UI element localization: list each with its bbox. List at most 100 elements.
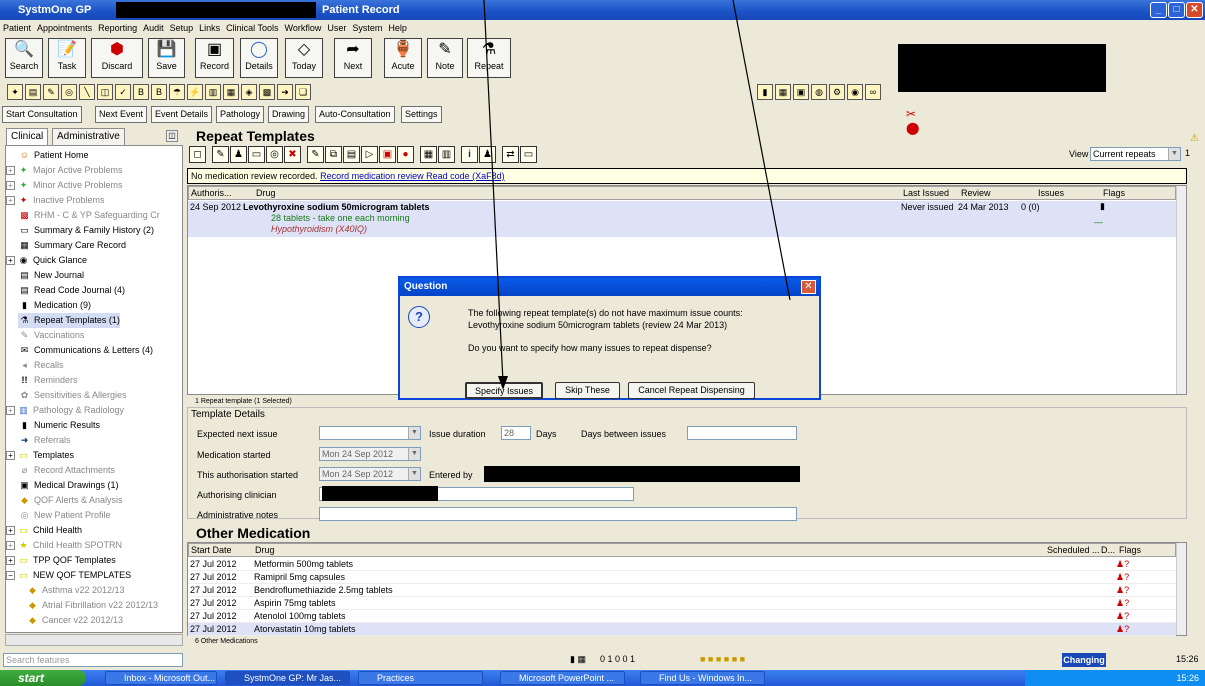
quick-icon-12[interactable]: ▥: [205, 84, 221, 100]
other-med-row[interactable]: 27 Jul 2012 Atorvastatin 10mg tablets ♟?: [188, 623, 1176, 636]
expand-icon[interactable]: +: [6, 166, 15, 176]
collapse-icon[interactable]: −: [6, 571, 15, 581]
other-med-row[interactable]: 27 Jul 2012 Metformin 500mg tablets ♟?: [188, 558, 1176, 571]
repeat-button[interactable]: ⚗ Repeat: [467, 38, 511, 78]
taskbar-item-practices[interactable]: Practices: [358, 671, 483, 685]
administrative-notes-field[interactable]: [319, 507, 797, 521]
quick-icon-17[interactable]: ❏: [295, 84, 311, 100]
tree-item-asthma[interactable]: ◆ Asthma v22 2012/13: [26, 583, 125, 598]
tab-administrative[interactable]: Administrative: [52, 128, 125, 145]
menu-help[interactable]: Help: [388, 23, 407, 33]
pen-icon[interactable]: ✎: [307, 146, 324, 163]
menu-patient[interactable]: Patient: [3, 23, 31, 33]
other-scrollbar[interactable]: [1176, 543, 1186, 635]
quick-icon-16[interactable]: ➜: [277, 84, 293, 100]
taskbar-item-systmone[interactable]: SystmOne GP: Mr Jas...: [225, 671, 350, 685]
quick-icon-11[interactable]: ⚡: [187, 84, 203, 100]
new-template-icon[interactable]: ◻: [189, 146, 206, 163]
tree-item-sensitivities[interactable]: ✿ Sensitivities & Allergies: [18, 388, 127, 403]
window-icon[interactable]: ▭: [520, 146, 537, 163]
tree-item-record-attachments[interactable]: ⌀ Record Attachments: [18, 463, 115, 478]
quick-icon-6[interactable]: ◫: [97, 84, 113, 100]
menu-reporting[interactable]: Reporting: [98, 23, 137, 33]
quick-icon-9[interactable]: B: [151, 84, 167, 100]
start-button[interactable]: start: [0, 670, 86, 686]
delete-icon[interactable]: ✖: [284, 146, 301, 163]
copy-icon[interactable]: ⧉: [325, 146, 342, 163]
grid-icon[interactable]: ▦: [420, 146, 437, 163]
tree-item-patient-home[interactable]: ☺ Patient Home: [18, 148, 89, 163]
expand-icon[interactable]: +: [6, 541, 15, 551]
search-features-input[interactable]: Search features: [3, 653, 183, 667]
tree-item-read-code-journal[interactable]: ▤ Read Code Journal (4): [18, 283, 125, 298]
paste-icon[interactable]: ▤: [343, 146, 360, 163]
settings-button[interactable]: Settings: [401, 106, 442, 123]
task-button[interactable]: 📝 Task: [48, 38, 86, 78]
event-details-button[interactable]: Event Details: [151, 106, 213, 123]
tree-item-numeric-results[interactable]: ▮ Numeric Results: [18, 418, 100, 433]
skip-these-button[interactable]: Skip These: [555, 382, 620, 399]
quick-icon-7[interactable]: ✓: [115, 84, 131, 100]
col-other-flags[interactable]: Flags: [1119, 544, 1141, 557]
search-button[interactable]: 🔍 Search: [5, 38, 43, 78]
start-consultation-button[interactable]: Start Consultation: [2, 106, 82, 123]
tree-item-medical-drawings[interactable]: ▣ Medical Drawings (1): [18, 478, 118, 493]
next-event-button[interactable]: Next Event: [95, 106, 148, 123]
other-med-row[interactable]: 27 Jul 2012 Bendroflumethiazide 2.5mg tab…: [188, 584, 1176, 597]
tree-item-rhm[interactable]: ▩ RHM - C & YP Safeguarding Cr: [18, 208, 159, 223]
link-icon[interactable]: ⇄: [502, 146, 519, 163]
save-template-icon[interactable]: ▥: [438, 146, 455, 163]
tree-item-repeat-templates[interactable]: ⚗ Repeat Templates (1): [18, 313, 120, 328]
expand-icon[interactable]: +: [6, 451, 15, 461]
tree-item-major-problems[interactable]: + ✦ Major Active Problems: [6, 163, 123, 178]
quick-icon-2[interactable]: ▤: [25, 84, 41, 100]
drawing-button[interactable]: Drawing: [268, 106, 310, 123]
expand-icon[interactable]: +: [6, 181, 15, 191]
tree-item-reminders[interactable]: !! Reminders: [18, 373, 78, 388]
play-icon[interactable]: ▷: [361, 146, 378, 163]
quick-icon-5[interactable]: ╲: [79, 84, 95, 100]
col-review[interactable]: Review: [961, 187, 991, 200]
days-between-field[interactable]: [687, 426, 797, 440]
bp-view-icon[interactable]: ▣: [793, 84, 809, 100]
menu-system[interactable]: System: [352, 23, 382, 33]
settings-icon[interactable]: ⚙: [829, 84, 845, 100]
menu-audit[interactable]: Audit: [143, 23, 164, 33]
tree-item-summary-family[interactable]: ▭ Summary & Family History (2): [18, 223, 154, 238]
minimize-button[interactable]: _: [1150, 2, 1167, 18]
record-red-icon[interactable]: ●: [397, 146, 414, 163]
tab-clinical[interactable]: Clinical: [6, 128, 49, 145]
dialog-close-button[interactable]: ✕: [801, 280, 816, 294]
tree-item-vaccinations[interactable]: ✎ Vaccinations: [18, 328, 85, 343]
tree-item-referrals[interactable]: ➜ Referrals: [18, 433, 71, 448]
tree-item-new-journal[interactable]: ▤ New Journal: [18, 268, 84, 283]
col-last-issued[interactable]: Last Issued: [903, 187, 949, 200]
chart-view-icon[interactable]: ▮: [757, 84, 773, 100]
medication-started-field[interactable]: Mon 24 Sep 2012 ▼: [319, 447, 421, 461]
taskbar-item-find-us[interactable]: Find Us - Windows In...: [640, 671, 765, 685]
menu-clinical-tools[interactable]: Clinical Tools: [226, 23, 278, 33]
tree-item-minor-problems[interactable]: + ✦ Minor Active Problems: [6, 178, 123, 193]
quick-icon-15[interactable]: ▩: [259, 84, 275, 100]
details-button[interactable]: ◯ Details: [240, 38, 278, 78]
tree-item-cancer[interactable]: ◆ Cancer v22 2012/13: [26, 613, 123, 628]
col-flags[interactable]: Flags: [1103, 187, 1125, 200]
auto-consultation-button[interactable]: Auto-Consultation: [315, 106, 395, 123]
quick-icon-1[interactable]: ✦: [7, 84, 23, 100]
people-icon[interactable]: ♟: [479, 146, 496, 163]
other-med-row[interactable]: 27 Jul 2012 Atenolol 100mg tablets ♟?: [188, 610, 1176, 623]
quick-icon-8[interactable]: B: [133, 84, 149, 100]
quick-icon-10[interactable]: ☂: [169, 84, 185, 100]
col-authorised[interactable]: Authoris...: [191, 187, 232, 200]
grid-view-icon[interactable]: ▦: [775, 84, 791, 100]
col-start-date[interactable]: Start Date: [191, 544, 232, 557]
view-select[interactable]: Current repeats ▼: [1090, 147, 1181, 161]
tree-item-qof-alerts[interactable]: ◆ QOF Alerts & Analysis: [18, 493, 123, 508]
record-review-link[interactable]: Record medication review Read code (XaF8…: [320, 171, 505, 181]
menu-setup[interactable]: Setup: [170, 23, 194, 33]
tree-item-child-health-spotrn[interactable]: + ★ Child Health SPOTRN: [6, 538, 122, 553]
taskbar-item-inbox[interactable]: Inbox - Microsoft Out...: [105, 671, 217, 685]
tree-item-new-qof[interactable]: − ▭ NEW QOF TEMPLATES: [6, 568, 131, 583]
expand-icon[interactable]: +: [6, 406, 15, 416]
discard-button[interactable]: ⬢ Discard: [91, 38, 143, 78]
